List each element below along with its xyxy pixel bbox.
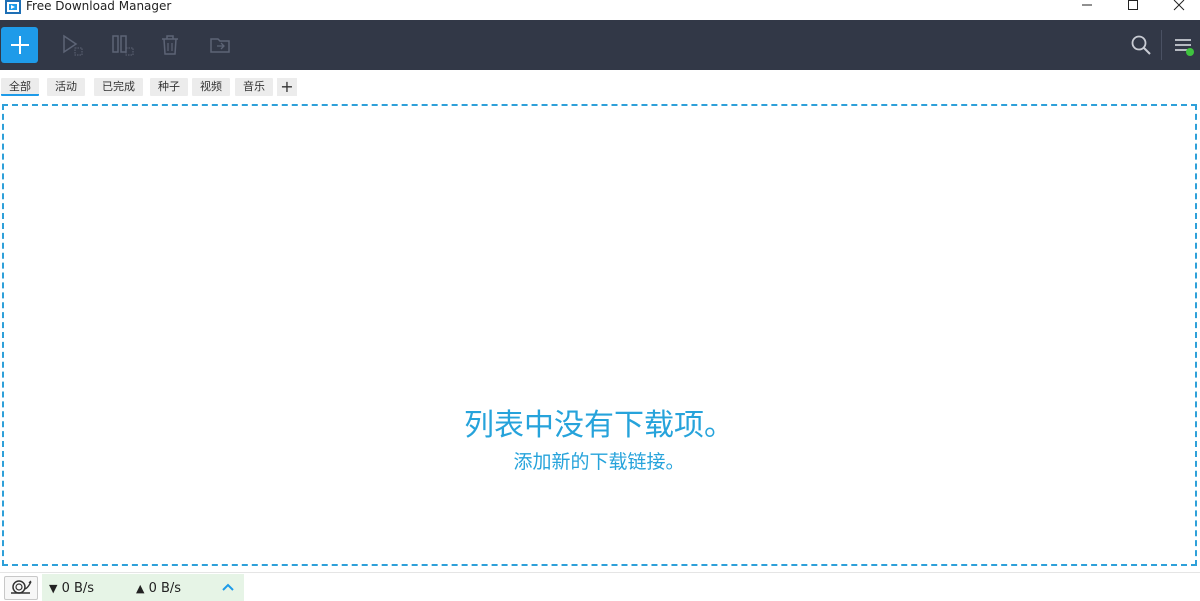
minimize-icon [1082,4,1092,6]
pause-button[interactable] [110,33,134,57]
upload-arrow-icon: ▲ [136,582,145,595]
resume-button[interactable] [60,33,84,57]
download-list-dropzone[interactable]: 列表中没有下载项。 添加新的下载链接。 [2,104,1197,566]
download-speed-value: 0 B/s [61,581,95,596]
toolbar-separator [1161,30,1162,60]
trash-icon [162,35,178,55]
title-bar: Free Download Manager [0,0,1200,20]
plus-icon [10,36,29,54]
close-icon [1173,0,1185,11]
snail-mode-button[interactable] [4,576,38,600]
add-download-button[interactable] [1,27,38,63]
status-bar: ▼ 0 B/s ▲ 0 B/s [0,572,1200,601]
empty-list-message: 列表中没有下载项。 [464,408,734,443]
speed-panel: ▼ 0 B/s ▲ 0 B/s [42,574,244,601]
delete-button[interactable] [158,33,182,57]
expand-speed-button[interactable] [219,578,237,596]
download-arrow-icon: ▼ [49,582,58,595]
tab-active[interactable]: 活动 [47,78,85,96]
search-button[interactable] [1129,33,1153,57]
pause-icon [112,35,134,56]
maximize-icon [1128,0,1138,10]
move-to-folder-button[interactable] [208,33,232,57]
chevron-up-icon [222,583,234,591]
maximize-button[interactable] [1110,0,1156,20]
main-toolbar [0,20,1200,70]
tab-completed[interactable]: 已完成 [94,78,143,96]
add-tab-button[interactable]: + [277,78,297,96]
app-logo-icon [5,0,21,14]
snail-icon [11,580,32,594]
status-indicator-dot [1186,48,1194,56]
folder-move-icon [210,38,230,53]
tab-torrents[interactable]: 种子 [150,78,188,96]
empty-list-hint: 添加新的下载链接。 [513,451,685,473]
download-speed: ▼ 0 B/s [49,581,94,596]
search-icon [1131,35,1151,55]
tab-music[interactable]: 音乐 [235,78,273,96]
upload-speed-value: 0 B/s [148,581,182,596]
upload-speed: ▲ 0 B/s [136,581,181,596]
play-icon [63,34,83,56]
close-button[interactable] [1156,0,1200,20]
minimize-button[interactable] [1064,0,1110,20]
filter-tabs: 全部 活动 已完成 种子 视频 音乐 + [0,78,1200,98]
tab-video[interactable]: 视频 [192,78,230,96]
tab-all[interactable]: 全部 [1,78,39,96]
window-title: Free Download Manager [26,0,172,13]
